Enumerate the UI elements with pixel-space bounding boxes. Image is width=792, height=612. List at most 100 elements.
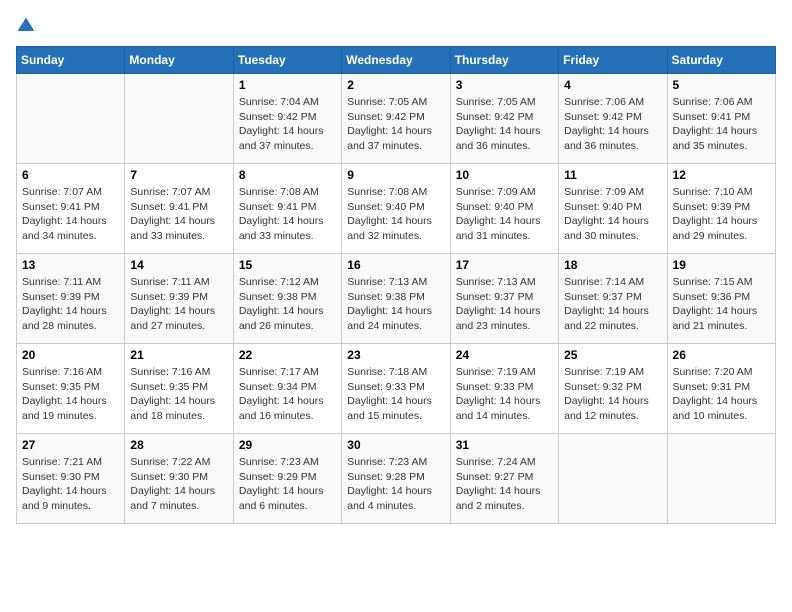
calendar-day-cell: 17 Sunrise: 7:13 AMSunset: 9:37 PMDayligh… bbox=[450, 254, 558, 344]
calendar-day-cell: 25Sunrise: 7:19 AMSunset: 9:32 PMDayligh… bbox=[559, 344, 667, 434]
calendar-day-cell: 22 Sunrise: 7:17 AMSunset: 9:34 PMDayligh… bbox=[233, 344, 341, 434]
day-info: Sunrise: 7:13 AMSunset: 9:37 PMDaylight:… bbox=[456, 275, 553, 334]
weekday-header: Sunday bbox=[17, 47, 125, 74]
day-number: 28 bbox=[130, 438, 227, 452]
day-number: 24 bbox=[456, 348, 553, 362]
calendar-day-cell: 7Sunrise: 7:07 AMSunset: 9:41 PMDaylight… bbox=[125, 164, 233, 254]
weekday-header: Monday bbox=[125, 47, 233, 74]
day-info: Sunrise: 7:09 AMSunset: 9:40 PMDaylight:… bbox=[564, 185, 661, 244]
calendar-day-cell: 29 Sunrise: 7:23 AMSunset: 9:29 PMDayligh… bbox=[233, 434, 341, 524]
calendar-day-cell: 6Sunrise: 7:07 AMSunset: 9:41 PMDaylight… bbox=[17, 164, 125, 254]
day-number: 18 bbox=[564, 258, 661, 272]
day-number: 4 bbox=[564, 78, 661, 92]
calendar-day-cell bbox=[125, 74, 233, 164]
page-header bbox=[16, 16, 776, 36]
calendar-day-cell: 8 Sunrise: 7:08 AMSunset: 9:41 PMDaylight… bbox=[233, 164, 341, 254]
calendar-day-cell: 16 Sunrise: 7:13 AMSunset: 9:38 PMDayligh… bbox=[342, 254, 450, 344]
calendar-day-cell: 24 Sunrise: 7:19 AMSunset: 9:33 PMDayligh… bbox=[450, 344, 558, 434]
calendar-day-cell: 2 Sunrise: 7:05 AMSunset: 9:42 PMDaylight… bbox=[342, 74, 450, 164]
day-info: Sunrise: 7:18 AMSunset: 9:33 PMDaylight:… bbox=[347, 365, 444, 424]
day-info: Sunrise: 7:16 AMSunset: 9:35 PMDaylight:… bbox=[22, 365, 119, 424]
day-number: 9 bbox=[347, 168, 444, 182]
day-number: 26 bbox=[673, 348, 770, 362]
weekday-header: Friday bbox=[559, 47, 667, 74]
calendar-body: 1Sunrise: 7:04 AMSunset: 9:42 PMDaylight… bbox=[17, 74, 776, 524]
day-info: Sunrise: 7:19 AMSunset: 9:33 PMDaylight:… bbox=[456, 365, 553, 424]
calendar-day-cell: 4 Sunrise: 7:06 AMSunset: 9:42 PMDaylight… bbox=[559, 74, 667, 164]
day-info: Sunrise: 7:11 AMSunset: 9:39 PMDaylight:… bbox=[22, 275, 119, 334]
weekday-header: Thursday bbox=[450, 47, 558, 74]
day-number: 21 bbox=[130, 348, 227, 362]
calendar-day-cell: 27Sunrise: 7:21 AMSunset: 9:30 PMDayligh… bbox=[17, 434, 125, 524]
day-number: 20 bbox=[22, 348, 119, 362]
calendar-day-cell: 26 Sunrise: 7:20 AMSunset: 9:31 PMDayligh… bbox=[667, 344, 775, 434]
day-info: Sunrise: 7:05 AMSunset: 9:42 PMDaylight:… bbox=[347, 95, 444, 154]
day-info: Sunrise: 7:11 AMSunset: 9:39 PMDaylight:… bbox=[130, 275, 227, 334]
calendar-day-cell bbox=[17, 74, 125, 164]
day-number: 3 bbox=[456, 78, 553, 92]
calendar-day-cell: 20 Sunrise: 7:16 AMSunset: 9:35 PMDayligh… bbox=[17, 344, 125, 434]
day-number: 15 bbox=[239, 258, 336, 272]
day-info: Sunrise: 7:22 AMSunset: 9:30 PMDaylight:… bbox=[130, 455, 227, 514]
logo bbox=[16, 16, 40, 36]
calendar-day-cell: 21 Sunrise: 7:16 AMSunset: 9:35 PMDayligh… bbox=[125, 344, 233, 434]
weekday-header: Saturday bbox=[667, 47, 775, 74]
day-info: Sunrise: 7:15 AMSunset: 9:36 PMDaylight:… bbox=[673, 275, 770, 334]
day-info: Sunrise: 7:07 AMSunset: 9:41 PMDaylight:… bbox=[130, 185, 227, 244]
day-number: 14 bbox=[130, 258, 227, 272]
day-number: 16 bbox=[347, 258, 444, 272]
calendar-day-cell: 10 Sunrise: 7:09 AMSunset: 9:40 PMDayligh… bbox=[450, 164, 558, 254]
day-number: 17 bbox=[456, 258, 553, 272]
calendar-day-cell: 12 Sunrise: 7:10 AMSunset: 9:39 PMDayligh… bbox=[667, 164, 775, 254]
day-info: Sunrise: 7:24 AMSunset: 9:27 PMDaylight:… bbox=[456, 455, 553, 514]
calendar-day-cell: 13Sunrise: 7:11 AMSunset: 9:39 PMDayligh… bbox=[17, 254, 125, 344]
day-info: Sunrise: 7:12 AMSunset: 9:38 PMDaylight:… bbox=[239, 275, 336, 334]
day-info: Sunrise: 7:07 AMSunset: 9:41 PMDaylight:… bbox=[22, 185, 119, 244]
calendar-week-row: 6Sunrise: 7:07 AMSunset: 9:41 PMDaylight… bbox=[17, 164, 776, 254]
day-info: Sunrise: 7:19 AMSunset: 9:32 PMDaylight:… bbox=[564, 365, 661, 424]
day-info: Sunrise: 7:06 AMSunset: 9:42 PMDaylight:… bbox=[564, 95, 661, 154]
calendar-header: SundayMondayTuesdayWednesdayThursdayFrid… bbox=[17, 47, 776, 74]
calendar-day-cell bbox=[559, 434, 667, 524]
calendar-day-cell: 14 Sunrise: 7:11 AMSunset: 9:39 PMDayligh… bbox=[125, 254, 233, 344]
weekday-header: Tuesday bbox=[233, 47, 341, 74]
day-info: Sunrise: 7:21 AMSunset: 9:30 PMDaylight:… bbox=[22, 455, 119, 514]
calendar-day-cell: 1Sunrise: 7:04 AMSunset: 9:42 PMDaylight… bbox=[233, 74, 341, 164]
calendar-day-cell: 30 Sunrise: 7:23 AMSunset: 9:28 PMDayligh… bbox=[342, 434, 450, 524]
day-info: Sunrise: 7:05 AMSunset: 9:42 PMDaylight:… bbox=[456, 95, 553, 154]
weekday-header: Wednesday bbox=[342, 47, 450, 74]
day-info: Sunrise: 7:10 AMSunset: 9:39 PMDaylight:… bbox=[673, 185, 770, 244]
calendar-day-cell: 18 Sunrise: 7:14 AMSunset: 9:37 PMDayligh… bbox=[559, 254, 667, 344]
day-number: 8 bbox=[239, 168, 336, 182]
calendar-day-cell: 15 Sunrise: 7:12 AMSunset: 9:38 PMDayligh… bbox=[233, 254, 341, 344]
day-number: 19 bbox=[673, 258, 770, 272]
calendar-week-row: 13Sunrise: 7:11 AMSunset: 9:39 PMDayligh… bbox=[17, 254, 776, 344]
calendar-day-cell: 19 Sunrise: 7:15 AMSunset: 9:36 PMDayligh… bbox=[667, 254, 775, 344]
day-info: Sunrise: 7:23 AMSunset: 9:29 PMDaylight:… bbox=[239, 455, 336, 514]
day-info: Sunrise: 7:20 AMSunset: 9:31 PMDaylight:… bbox=[673, 365, 770, 424]
logo-icon bbox=[16, 16, 36, 36]
day-number: 2 bbox=[347, 78, 444, 92]
day-info: Sunrise: 7:17 AMSunset: 9:34 PMDaylight:… bbox=[239, 365, 336, 424]
day-info: Sunrise: 7:14 AMSunset: 9:37 PMDaylight:… bbox=[564, 275, 661, 334]
calendar-day-cell: 31Sunrise: 7:24 AMSunset: 9:27 PMDayligh… bbox=[450, 434, 558, 524]
day-number: 29 bbox=[239, 438, 336, 452]
day-info: Sunrise: 7:04 AMSunset: 9:42 PMDaylight:… bbox=[239, 95, 336, 154]
day-info: Sunrise: 7:08 AMSunset: 9:41 PMDaylight:… bbox=[239, 185, 336, 244]
day-number: 11 bbox=[564, 168, 661, 182]
day-info: Sunrise: 7:16 AMSunset: 9:35 PMDaylight:… bbox=[130, 365, 227, 424]
day-number: 10 bbox=[456, 168, 553, 182]
day-info: Sunrise: 7:23 AMSunset: 9:28 PMDaylight:… bbox=[347, 455, 444, 514]
weekday-header-row: SundayMondayTuesdayWednesdayThursdayFrid… bbox=[17, 47, 776, 74]
calendar-day-cell: 5Sunrise: 7:06 AMSunset: 9:41 PMDaylight… bbox=[667, 74, 775, 164]
calendar-week-row: 20 Sunrise: 7:16 AMSunset: 9:35 PMDayligh… bbox=[17, 344, 776, 434]
day-number: 12 bbox=[673, 168, 770, 182]
calendar-day-cell: 9Sunrise: 7:08 AMSunset: 9:40 PMDaylight… bbox=[342, 164, 450, 254]
day-number: 5 bbox=[673, 78, 770, 92]
day-number: 30 bbox=[347, 438, 444, 452]
day-info: Sunrise: 7:09 AMSunset: 9:40 PMDaylight:… bbox=[456, 185, 553, 244]
calendar-week-row: 27Sunrise: 7:21 AMSunset: 9:30 PMDayligh… bbox=[17, 434, 776, 524]
day-info: Sunrise: 7:13 AMSunset: 9:38 PMDaylight:… bbox=[347, 275, 444, 334]
day-number: 22 bbox=[239, 348, 336, 362]
calendar-day-cell: 11 Sunrise: 7:09 AMSunset: 9:40 PMDayligh… bbox=[559, 164, 667, 254]
